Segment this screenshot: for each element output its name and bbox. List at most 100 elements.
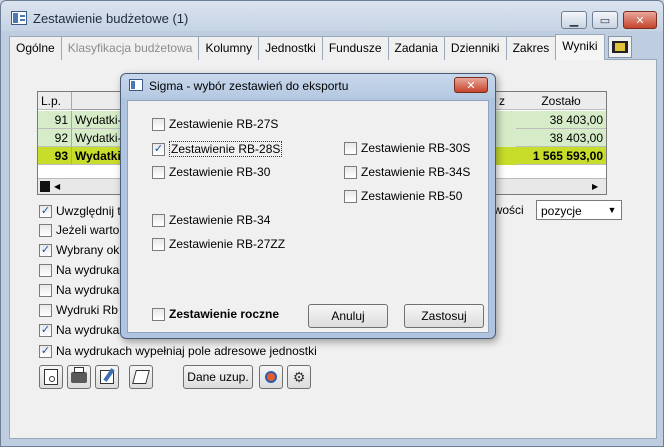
checkbox[interactable] [152, 213, 165, 227]
option-rb50[interactable]: Zestawienie RB-50 [344, 189, 462, 203]
checkbox[interactable]: ✓ [39, 344, 52, 358]
checkbox[interactable] [152, 237, 165, 251]
settings-button[interactable]: ⚙ [287, 365, 311, 389]
scroll-thumb[interactable] [40, 181, 50, 192]
option-rb28s[interactable]: ✓ Zestawienie RB-28S [152, 141, 283, 157]
tab-zakres[interactable]: Zakres [505, 36, 557, 60]
option-row[interactable]: Na wydrukac [39, 283, 125, 297]
option-rb30s[interactable]: Zestawienie RB-30S [344, 141, 470, 155]
option-rb30[interactable]: Zestawienie RB-30 [152, 165, 270, 179]
option-label: Zestawienie RB-27S [169, 117, 279, 131]
checkbox[interactable]: ✓ [39, 204, 52, 218]
edit-button[interactable] [95, 365, 119, 389]
preview-icon [44, 369, 58, 385]
option-label: Na wydrukac [56, 283, 126, 297]
option-label: Zestawienie RB-28S [169, 141, 283, 157]
option-label: Zestawienie roczne [169, 307, 280, 321]
app-icon [11, 11, 27, 25]
tab-bar: Ogólne Klasyfikacja budżetowa Kolumny Je… [9, 34, 657, 60]
checkbox[interactable] [152, 117, 165, 131]
export-icon [132, 370, 150, 384]
tab-kolumny[interactable]: Kolumny [198, 36, 260, 60]
option-label: Zestawienie RB-34 [169, 213, 271, 227]
minimize-button[interactable]: ▁ [561, 11, 587, 29]
checkbox[interactable]: ✓ [152, 142, 165, 156]
option-label: Uwzględnij t [56, 204, 121, 218]
tab-fundusze[interactable]: Fundusze [321, 36, 389, 60]
tab-jednostki[interactable]: Jednostki [258, 36, 323, 60]
option-label: Na wydrukac [56, 263, 126, 277]
option-rb34[interactable]: Zestawienie RB-34 [152, 213, 270, 227]
film-icon[interactable] [607, 36, 632, 58]
export-button[interactable] [129, 365, 153, 389]
option-row[interactable]: ✓ Na wydrukach wypełniaj pole adresowe je… [39, 344, 317, 358]
option-row[interactable]: ✓ Uwzględnij t [39, 204, 121, 218]
option-label: Na wydrukach wypełniaj pole adresowe jed… [56, 344, 317, 358]
checkbox[interactable] [39, 283, 52, 297]
search-button[interactable] [259, 365, 283, 389]
option-row[interactable]: Na wydrukac [39, 263, 125, 277]
scroll-left-icon[interactable]: ◀ [54, 182, 60, 191]
tab-wyniki[interactable]: Wyniki [555, 34, 605, 60]
cell-value: 1 565 593,00 [516, 147, 606, 165]
search-icon [265, 371, 277, 383]
chevron-down-icon[interactable]: ▼ [604, 202, 620, 218]
option-row[interactable]: ✓ Na wydruka [39, 323, 119, 337]
tab-zadania[interactable]: Zadania [387, 36, 445, 60]
option-label: Wybrany okr [56, 243, 124, 257]
sort-select[interactable]: pozycje ▼ [536, 200, 622, 220]
preview-button[interactable] [39, 365, 63, 389]
checkbox[interactable] [344, 189, 357, 203]
edit-icon [100, 368, 115, 384]
option-label: Zestawienie RB-30 [169, 165, 271, 179]
option-label: Zestawienie RB-50 [361, 189, 463, 203]
option-label: Jeżeli warto [56, 223, 120, 237]
tab-ogolne[interactable]: Ogólne [9, 36, 62, 60]
option-label: Zestawienie RB-34S [361, 165, 471, 179]
maximize-button[interactable]: ▭ [592, 11, 618, 29]
cell-name: Wydatki- [72, 111, 122, 129]
checkbox[interactable] [39, 223, 52, 237]
cell-lp: 91 [38, 111, 72, 129]
checkbox[interactable]: ✓ [39, 323, 52, 337]
cell-value: 38 403,00 [516, 111, 606, 129]
option-yearly[interactable]: Zestawienie roczne [152, 307, 279, 321]
checkbox[interactable] [344, 165, 357, 179]
checkbox[interactable] [152, 165, 165, 179]
checkbox[interactable] [344, 141, 357, 155]
option-row[interactable]: ✓ Wybrany okr [39, 243, 123, 257]
option-rb27s[interactable]: Zestawienie RB-27S [152, 117, 278, 131]
cancel-button[interactable]: Anuluj [308, 304, 388, 328]
cell-name: Wydatki [72, 147, 122, 165]
option-row[interactable]: Wydruki Rb [39, 303, 118, 317]
checkbox[interactable] [39, 303, 52, 317]
checkbox[interactable] [152, 307, 165, 321]
option-rb34s[interactable]: Zestawienie RB-34S [344, 165, 470, 179]
checkbox[interactable] [39, 263, 52, 277]
window-title: Zestawienie budżetowe (1) [33, 11, 189, 26]
checkbox[interactable]: ✓ [39, 243, 52, 257]
option-label: Zestawienie RB-30S [361, 141, 471, 155]
option-label: Zestawienie RB-27ZZ [169, 237, 286, 251]
option-rb27zz[interactable]: Zestawienie RB-27ZZ [152, 237, 285, 251]
dialog-body: Zestawienie RB-27S ✓ Zestawienie RB-28S Z… [127, 100, 489, 333]
dialog-title: Sigma - wybór zestawień do eksportu [149, 79, 349, 93]
print-button[interactable] [67, 365, 91, 389]
scroll-right-icon[interactable]: ▶ [592, 182, 598, 191]
dane-uzup-button[interactable]: Dane uzup. [183, 365, 253, 389]
close-button[interactable]: ✕ [623, 11, 657, 29]
option-row[interactable]: Jeżeli warto [39, 223, 119, 237]
dialog-close-button[interactable]: ✕ [454, 77, 488, 93]
option-label: Na wydruka [56, 323, 120, 337]
cell-value: 38 403,00 [516, 129, 606, 147]
tab-dzienniki[interactable]: Dzienniki [443, 36, 507, 60]
tab-klasyfikacja[interactable]: Klasyfikacja budżetowa [60, 36, 200, 60]
cell-lp: 92 [38, 129, 72, 147]
column-header-partial[interactable]: z [496, 92, 516, 110]
column-header-zostalo[interactable]: Zostało [516, 92, 606, 110]
sort-value: pozycje [541, 204, 582, 218]
apply-button[interactable]: Zastosuj [404, 304, 484, 328]
export-dialog: Sigma - wybór zestawień do eksportu ✕ Ze… [120, 73, 496, 339]
column-header-lp[interactable]: L.p. [38, 92, 72, 110]
printer-icon [71, 366, 87, 383]
